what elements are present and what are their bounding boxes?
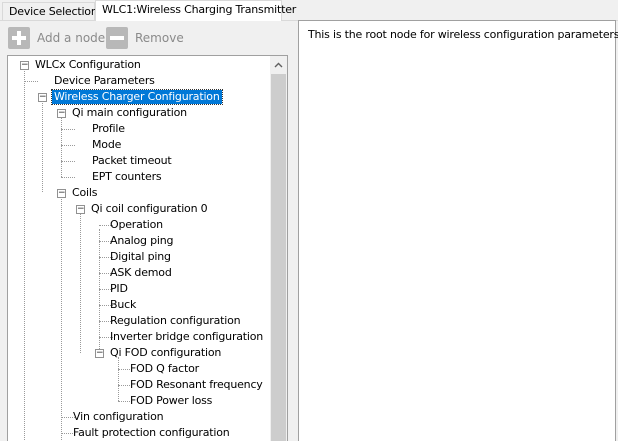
- add-node-button[interactable]: Add a node: [8, 26, 106, 50]
- tree-node-qi-main-configuration[interactable]: Qi main configuration: [70, 106, 189, 120]
- tree-node-mode[interactable]: Mode: [90, 138, 123, 152]
- tree-line: [118, 357, 119, 401]
- tree-node-operation[interactable]: Operation: [108, 218, 165, 232]
- tree-node-fod-power-loss[interactable]: FOD Power loss: [128, 394, 214, 408]
- tree-line: [61, 161, 75, 162]
- tree-node-qi-coil-configuration-0[interactable]: Qi coil configuration 0: [89, 202, 209, 216]
- tree-node-digital-ping[interactable]: Digital ping: [108, 250, 173, 264]
- tree-node-wireless-charger-configuration[interactable]: Wireless Charger Configuration: [51, 89, 223, 105]
- collapse-toggle-icon[interactable]: −: [95, 349, 104, 358]
- tree-node-wlcx-configuration[interactable]: WLCx Configuration: [33, 58, 143, 72]
- collapse-toggle-icon[interactable]: −: [57, 189, 66, 198]
- scrollbar-thumb[interactable]: [271, 74, 286, 441]
- tree-line: [24, 81, 38, 82]
- collapse-toggle-icon[interactable]: −: [38, 93, 47, 102]
- minus-icon: [106, 27, 128, 49]
- description-text: This is the root node for wireless confi…: [308, 28, 618, 41]
- tree-node-vin-configuration[interactable]: Vin configuration: [71, 410, 165, 424]
- tab-device-selection[interactable]: Device Selection: [2, 2, 98, 20]
- tree-node-regulation-configuration[interactable]: Regulation configuration: [108, 314, 242, 328]
- scroll-up-button[interactable]: [270, 56, 287, 73]
- tree-node-ask-demod[interactable]: ASK demod: [108, 266, 174, 280]
- tree-node-coils[interactable]: Coils: [70, 186, 99, 200]
- description-panel: This is the root node for wireless confi…: [298, 20, 618, 441]
- tree-view[interactable]: − − − − − − WLCx Configuration Device Pa…: [7, 55, 288, 441]
- tree-line: [61, 177, 75, 178]
- tab-label: Device Selection: [9, 5, 98, 18]
- tree-node-profile[interactable]: Profile: [90, 122, 127, 136]
- tree-node-analog-ping[interactable]: Analog ping: [108, 234, 175, 248]
- tab-wlc1[interactable]: WLC1:Wireless Charging Transmitter: [95, 0, 296, 21]
- tree-node-fod-q-factor[interactable]: FOD Q factor: [128, 362, 201, 376]
- add-node-label: Add a node: [37, 31, 106, 45]
- tree-line: [42, 101, 43, 192]
- tree-node-packet-timeout[interactable]: Packet timeout: [90, 154, 174, 168]
- tree-line: [61, 117, 62, 177]
- tree-node-fod-resonant-frequency[interactable]: FOD Resonant frequency: [128, 378, 265, 392]
- tree-node-fault-protection-configuration[interactable]: Fault protection configuration: [71, 426, 232, 440]
- remove-button[interactable]: Remove: [106, 26, 186, 50]
- tree-node-ept-counters[interactable]: EPT counters: [90, 170, 163, 184]
- collapse-toggle-icon[interactable]: −: [20, 61, 29, 70]
- tree-node-device-parameters[interactable]: Device Parameters: [52, 74, 157, 88]
- tab-bar: Device Selection WLC1:Wireless Charging …: [0, 0, 618, 21]
- tree-line: [99, 229, 100, 353]
- plus-icon: [8, 27, 30, 49]
- chevron-up-icon: [274, 62, 283, 68]
- tree-node-pid[interactable]: PID: [108, 282, 130, 296]
- tree-line: [80, 213, 81, 353]
- collapse-toggle-icon[interactable]: −: [57, 109, 66, 118]
- tree-line: [61, 145, 75, 146]
- tab-label: WLC1:Wireless Charging Transmitter: [102, 3, 297, 16]
- remove-label: Remove: [135, 31, 184, 45]
- tree-line: [61, 197, 62, 441]
- tree-line: [24, 69, 25, 440]
- vertical-scrollbar[interactable]: [270, 56, 287, 441]
- collapse-toggle-icon[interactable]: −: [76, 205, 85, 214]
- tree-node-inverter-bridge-configuration[interactable]: Inverter bridge configuration: [108, 330, 265, 344]
- tree-node-buck[interactable]: Buck: [108, 298, 138, 312]
- tree-line: [61, 129, 75, 130]
- tree-node-qi-fod-configuration[interactable]: Qi FOD configuration: [108, 346, 223, 360]
